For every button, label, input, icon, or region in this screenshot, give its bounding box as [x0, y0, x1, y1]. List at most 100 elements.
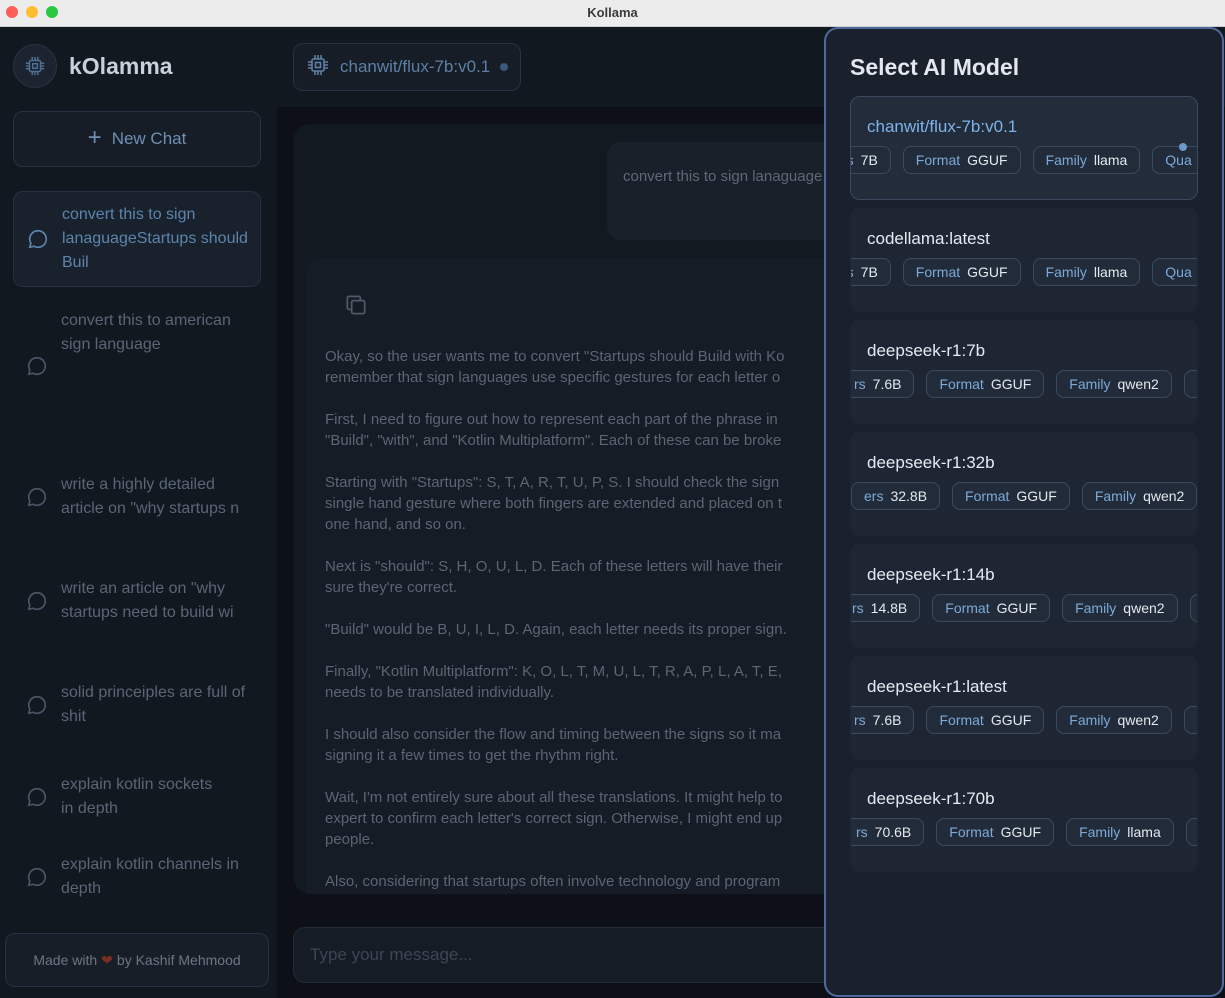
message-input[interactable]	[294, 928, 852, 982]
assistant-line: "Build", "with", and "Kotlin Multiplatfo…	[325, 432, 782, 449]
quantization-tag-key: Qua	[1165, 152, 1192, 168]
family-tag-key: Family	[1094, 488, 1137, 504]
panel-title: Select AI Model	[850, 54, 1020, 80]
assistant-line: Finally, "Kotlin Multiplatform": K, O, L…	[325, 663, 782, 680]
assistant-line: Wait, I'm not entirely sure about all th…	[325, 789, 783, 806]
chat-history-item[interactable]: explain kotlin sockets in depth	[13, 773, 261, 821]
parameters-tag-key: rs	[852, 600, 864, 616]
format-tag-value: GGUF	[996, 600, 1038, 616]
assistant-line: people.	[325, 831, 375, 848]
model-name: codellama:latest	[867, 229, 990, 248]
chat-history-item[interactable]: write an article on "why startups need t…	[13, 565, 261, 637]
family-tag-key: Family	[1075, 600, 1117, 616]
new-chat-button[interactable]: + New Chat	[13, 111, 261, 167]
family-tag: Family qwen2	[1062, 594, 1178, 622]
format-tag-key: Format	[915, 264, 961, 280]
chat-bubble-icon	[13, 486, 61, 508]
chat-history-label: convert this to sign lanaguageStartups s…	[62, 206, 248, 271]
format-tag-key: Format	[945, 600, 990, 616]
model-selector-button[interactable]: chanwit/flux-7b:v0.1	[293, 43, 522, 91]
quantization-tag: Qua	[1152, 146, 1197, 174]
format-tag: Format GGUF	[926, 706, 1045, 734]
parameters-tag: rs 14.8B	[851, 594, 921, 622]
format-tag-value: GGUF	[967, 152, 1008, 168]
model-tags: rs 14.8B Format GGUF Family qwen2	[851, 594, 1197, 622]
chat-history-item[interactable]: write a highly detailed article on "why …	[13, 461, 261, 533]
chat-bubble-icon	[13, 590, 61, 612]
assistant-line: signing it a few times to get the rhythm…	[325, 747, 619, 764]
assistant-line: single hand gesture where both fingers a…	[325, 495, 782, 512]
family-tag-key: Family	[1069, 376, 1111, 392]
credit-suffix: by Kashif Mehmood	[116, 952, 241, 968]
parameters-tag-value: 32.8B	[890, 488, 928, 504]
chat-history-label: write an article on "why startups need t…	[61, 580, 234, 621]
model-option-card[interactable]: codellama:latest rs 7B Format GGUF Family llam…	[850, 208, 1198, 312]
model-tags: rs 7.6B Format GGUF Family qwen2	[851, 370, 1197, 398]
family-tag-value: qwen2	[1117, 376, 1159, 392]
parameters-tag-key: rs	[854, 712, 866, 728]
family-tag: Family llama	[1066, 818, 1174, 846]
family-tag-key: Family	[1079, 824, 1121, 840]
assistant-message: Okay, so the user wants me to convert "S…	[307, 258, 853, 894]
assistant-line: "Build" would be B, U, I, L, D. Again, e…	[325, 621, 787, 638]
parameters-tag-key: rs	[854, 376, 866, 392]
chat-bubble-icon	[13, 866, 61, 888]
assistant-paragraph: "Build" would be B, U, I, L, D. Again, e…	[325, 619, 853, 640]
quantization-tag: Qua	[1152, 258, 1197, 286]
format-tag-value: GGUF	[990, 712, 1032, 728]
model-name: deepseek-r1:32b	[867, 453, 995, 472]
family-tag: Family llama	[1032, 258, 1141, 286]
plus-icon: +	[87, 123, 102, 151]
assistant-line: sure they're correct.	[325, 579, 458, 596]
assistant-paragraph: Also, considering that startups often in…	[325, 871, 853, 892]
chip-icon	[13, 44, 57, 88]
model-option-card[interactable]: deepseek-r1:latest rs 7.6B Format GGUF Family…	[850, 656, 1198, 760]
chat-history-label: explain kotlin channels in depth	[61, 856, 239, 897]
format-tag-key: Format	[949, 824, 994, 840]
parameters-tag: rs 7.6B	[851, 706, 915, 734]
model-tags: ers 32.8B Format GGUF Family qwen2	[851, 482, 1197, 510]
brand: kOlamma	[13, 44, 173, 88]
parameters-tag-value: 14.8B	[870, 600, 908, 616]
chat-history-label: convert this to american sign language	[61, 312, 231, 353]
parameters-tag-key: rs	[851, 152, 854, 168]
assistant-line: expert to confirm each letter's correct …	[325, 810, 783, 827]
quantization-tag	[1189, 594, 1197, 622]
format-tag: Format GGUF	[902, 258, 1021, 286]
copy-icon[interactable]	[343, 292, 369, 323]
chat-history-item[interactable]: convert this to american sign language	[13, 309, 261, 421]
format-tag-key: Format	[939, 376, 984, 392]
family-tag-value: qwen2	[1123, 600, 1165, 616]
model-option-card[interactable]: deepseek-r1:32b ers 32.8B Format GGUF Family q…	[850, 432, 1198, 536]
family-tag: Family qwen2	[1081, 482, 1197, 510]
parameters-tag-value: 7.6B	[872, 376, 902, 392]
parameters-tag-key: rs	[851, 264, 854, 280]
chat-history-item[interactable]: convert this to sign lanaguageStartups s…	[13, 191, 261, 287]
assistant-line: Starting with "Startups": S, T, A, R, T,…	[325, 474, 780, 491]
quantization-tag	[1185, 818, 1197, 846]
model-tags: rs 70.6B Format GGUF Family llama	[851, 818, 1197, 846]
model-option-card[interactable]: deepseek-r1:70b rs 70.6B Format GGUF Family ll…	[850, 768, 1198, 872]
model-name: chanwit/flux-7b:v0.1	[867, 117, 1018, 136]
message-input-box[interactable]	[293, 927, 853, 983]
model-option-card[interactable]: deepseek-r1:14b rs 14.8B Format GGUF Family qw…	[850, 544, 1198, 648]
format-tag-key: Format	[915, 152, 961, 168]
quantization-tag	[1183, 370, 1197, 398]
chat-history-item[interactable]: explain kotlin channels in depth	[13, 853, 261, 901]
window-title: Kollama	[587, 5, 638, 20]
chat-history-label: solid princeiples are full of shit	[61, 684, 246, 725]
format-tag: Format GGUF	[926, 370, 1045, 398]
parameters-tag-value: 7.6B	[872, 712, 902, 728]
assistant-paragraph: Wait, I'm not entirely sure about all th…	[325, 787, 853, 850]
model-name: deepseek-r1:70b	[867, 789, 995, 808]
model-option-card[interactable]: chanwit/flux-7b:v0.1 rs 7B Format GGUF Family…	[850, 96, 1198, 200]
model-name: deepseek-r1:7b	[867, 341, 986, 360]
chat-bubble-icon	[13, 355, 61, 377]
model-name: deepseek-r1:latest	[867, 677, 1007, 696]
format-tag-value: GGUF	[1016, 488, 1057, 504]
assistant-line: First, I need to figure out how to repre…	[325, 411, 778, 428]
assistant-line: Also, considering that startups often in…	[325, 873, 781, 890]
chat-history-item[interactable]: solid princeiples are full of shit	[13, 669, 261, 741]
user-message: convert this to sign lanaguage	[607, 142, 853, 240]
model-option-card[interactable]: deepseek-r1:7b rs 7.6B Format GGUF Family qwen…	[850, 320, 1198, 424]
